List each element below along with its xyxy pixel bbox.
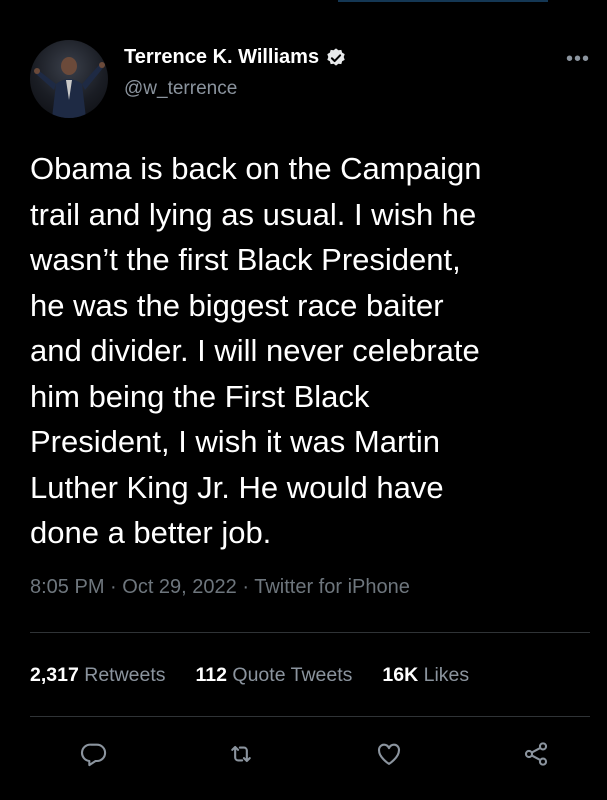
retweet-icon[interactable] [227, 740, 255, 768]
quote-tweets-count: 112 [195, 664, 227, 686]
like-icon[interactable] [375, 740, 403, 768]
avatar[interactable] [30, 40, 108, 118]
tweet-meta: 8:05 PM · Oct 29, 2022 · Twitter for iPh… [30, 576, 410, 599]
tweet-actions [80, 740, 550, 768]
tweet-source[interactable]: Twitter for iPhone [254, 576, 410, 598]
share-icon[interactable] [522, 740, 550, 768]
tweet-date[interactable]: Oct 29, 2022 [122, 576, 237, 598]
tweet-text: Obama is back on the Campaign trail and … [30, 151, 482, 550]
user-handle[interactable]: @w_terrence [124, 78, 237, 100]
divider [30, 632, 590, 633]
meta-separator: · [236, 576, 255, 598]
likes-label: Likes [423, 664, 470, 686]
tweet-stats: 2,317 Retweets 112 Quote Tweets 16K Like… [30, 664, 469, 687]
tweet-header: Terrence K. Williams @w_terrence ••• [30, 40, 590, 120]
retweets-stat[interactable]: 2,317 Retweets [30, 664, 166, 687]
divider [30, 716, 590, 717]
verified-badge-icon [325, 47, 347, 69]
top-accent-bar [338, 0, 548, 2]
retweets-label: Retweets [84, 664, 166, 686]
user-name[interactable]: Terrence K. Williams [124, 46, 347, 69]
more-dots-icon[interactable]: ••• [566, 48, 590, 71]
meta-separator: · [104, 576, 123, 598]
tweet-time[interactable]: 8:05 PM [30, 576, 104, 598]
user-name-text: Terrence K. Williams [124, 46, 320, 68]
quote-tweets-stat[interactable]: 112 Quote Tweets [196, 664, 353, 687]
retweets-count: 2,317 [30, 664, 79, 686]
reply-icon[interactable] [80, 740, 108, 768]
likes-count: 16K [382, 664, 419, 686]
likes-stat[interactable]: 16K Likes [382, 664, 469, 687]
quote-tweets-label: Quote Tweets [232, 664, 353, 686]
